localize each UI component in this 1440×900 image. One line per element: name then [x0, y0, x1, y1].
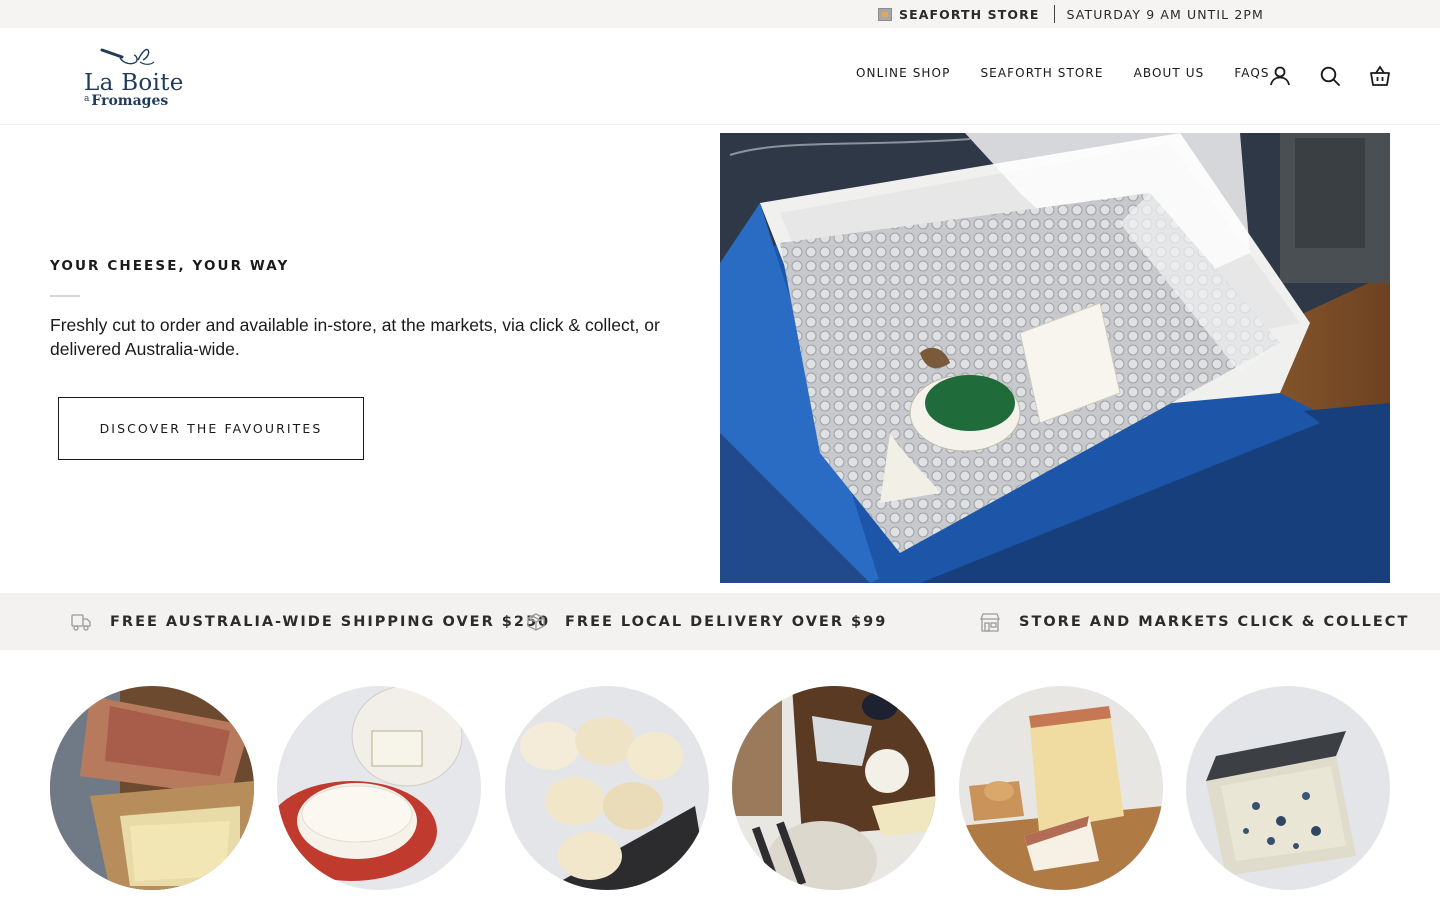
parcel-box-icon: [525, 611, 547, 633]
nav-seaforth-store[interactable]: SEAFORTH STORE: [980, 66, 1103, 80]
hero-divider: [50, 295, 80, 297]
delivery-truck-icon: [70, 611, 92, 633]
features-bar: FREE AUSTRALIA-WIDE SHIPPING OVER $250 F…: [0, 593, 1440, 650]
account-icon[interactable]: [1268, 64, 1292, 88]
hero-image: [720, 133, 1390, 583]
nav-about-us[interactable]: ABOUT US: [1134, 66, 1205, 80]
announcement-divider: [1053, 5, 1055, 23]
logo-text-fromages: Fromages: [91, 93, 169, 109]
cart-icon[interactable]: [1368, 64, 1392, 88]
nav-online-shop[interactable]: ONLINE SHOP: [856, 66, 950, 80]
feature-click-collect: STORE AND MARKETS CLICK & COLLECT: [979, 593, 1409, 650]
collection-charcuterie[interactable]: [50, 686, 254, 890]
feature-click-collect-label: STORE AND MARKETS CLICK & COLLECT: [1019, 613, 1410, 630]
site-header: La Boite a Fromages ONLINE SHOP SEAFORTH …: [0, 28, 1440, 125]
hero-description: Freshly cut to order and available in-st…: [50, 315, 660, 359]
search-icon[interactable]: [1318, 64, 1342, 88]
main-nav: ONLINE SHOP SEAFORTH STORE ABOUT US FAQS: [856, 66, 1270, 80]
logo[interactable]: La Boite a Fromages: [80, 38, 190, 116]
hero-eyebrow: YOUR CHEESE, YOUR WAY: [50, 258, 290, 274]
shop-sign-icon: [878, 7, 892, 21]
feature-shipping: FREE AUSTRALIA-WIDE SHIPPING OVER $250: [70, 593, 550, 650]
announcement-bar: SEAFORTH STORE SATURDAY 9 AM UNTIL 2PM: [0, 0, 1440, 28]
collection-hard-cheese[interactable]: [959, 686, 1163, 890]
announcement-content[interactable]: SEAFORTH STORE SATURDAY 9 AM UNTIL 2PM: [878, 0, 1264, 28]
announcement-store: SEAFORTH STORE: [899, 6, 1040, 22]
collection-cheese-board[interactable]: [732, 686, 936, 890]
storefront-icon: [979, 611, 1001, 633]
logo-text-line2: a Fromages: [84, 93, 168, 109]
announcement-hours: SATURDAY 9 AM UNTIL 2PM: [1066, 6, 1264, 22]
nav-faqs[interactable]: FAQS: [1234, 66, 1269, 80]
collection-circles: [50, 686, 1390, 890]
feature-local-delivery-label: FREE LOCAL DELIVERY OVER $99: [565, 613, 888, 630]
collection-goat-crottins[interactable]: [505, 686, 709, 890]
cheese-box-illustration: [720, 133, 1390, 583]
collection-blue-cheese[interactable]: [1186, 686, 1390, 890]
collection-saint-just[interactable]: [277, 686, 481, 890]
discover-favourites-button[interactable]: DISCOVER THE FAVOURITES: [58, 397, 364, 460]
feature-local-delivery: FREE LOCAL DELIVERY OVER $99: [525, 593, 887, 650]
feature-shipping-label: FREE AUSTRALIA-WIDE SHIPPING OVER $250: [110, 613, 551, 630]
logo-text-small: a: [84, 94, 90, 104]
